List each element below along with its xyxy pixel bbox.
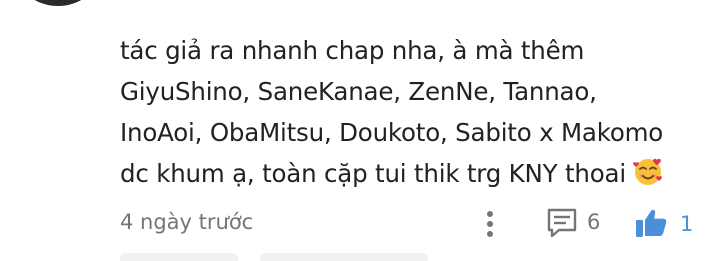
like-button[interactable]: 1 [634,205,704,241]
like-count: 1 [680,212,694,236]
dot [487,221,493,227]
comment-line: tác giả ra nhanh chap nha, à mà thêm [120,36,585,65]
timestamp: 4 ngày trước [120,210,254,234]
comment-meta: 4 ngày trước 6 1 [120,208,700,240]
comment-line: GiyuShino, SaneKanae, ZenNe, Tannao, [120,77,597,106]
avatar[interactable] [20,0,96,6]
thumbs-up-icon [634,205,670,245]
dot [487,211,493,217]
reply-button[interactable]: 6 [545,206,620,240]
dot [487,231,493,237]
comment-line: InoAoi, ObaMitsu, Doukoto, Sabito x Mako… [120,118,664,147]
smiling-face-with-hearts-icon [632,155,664,187]
comment-card: tác giả ra nhanh chap nha, à mà thêm Giy… [0,0,720,261]
reply-chip[interactable] [260,253,428,261]
reply-count: 6 [587,210,601,234]
reply-chip[interactable] [120,253,238,261]
comment-line-text: dc khum ạ, toàn cặp tui thik trg KNY tho… [120,159,626,188]
comment-line: dc khum ạ, toàn cặp tui thik trg KNY tho… [120,153,710,194]
comment-bubble-icon [545,206,579,244]
comment-text: tác giả ra nhanh chap nha, à mà thêm Giy… [120,30,710,194]
more-options-button[interactable] [480,208,500,240]
